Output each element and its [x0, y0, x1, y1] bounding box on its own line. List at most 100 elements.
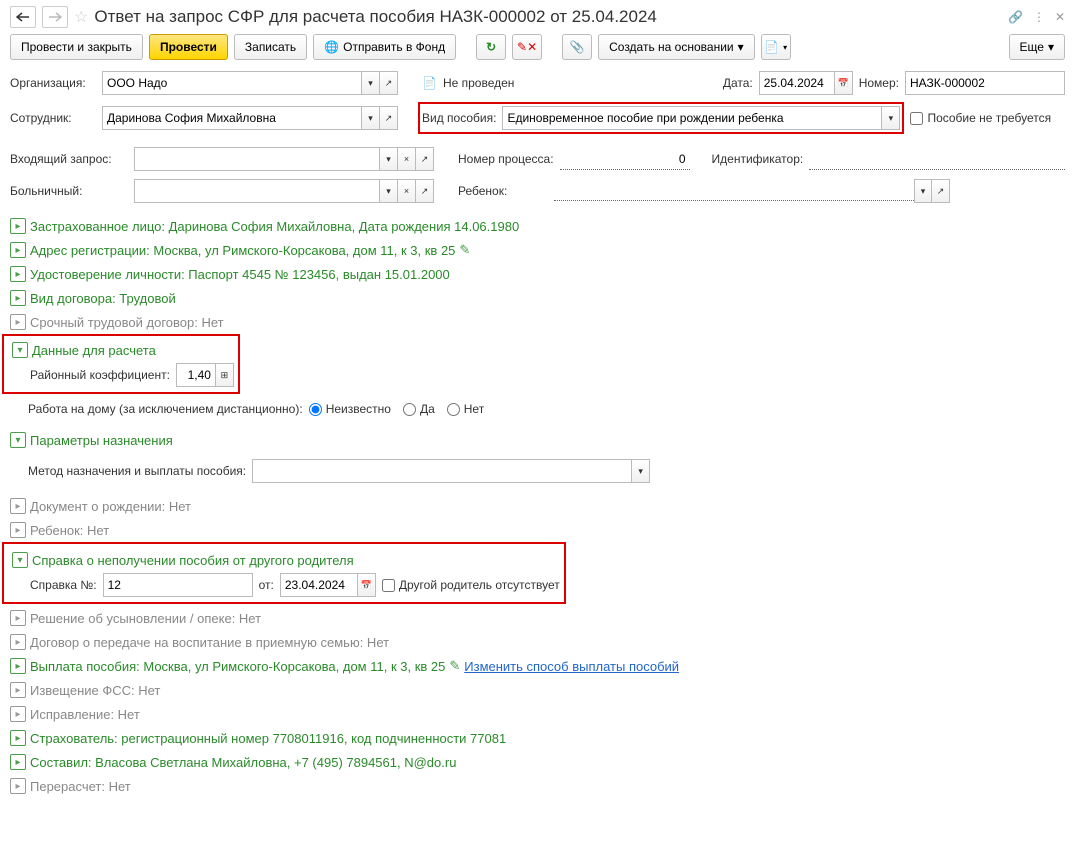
cert-date-input[interactable] — [280, 573, 358, 597]
child-input[interactable] — [554, 179, 914, 201]
benefit-type-label: Вид пособия: — [422, 111, 496, 125]
rk-input[interactable] — [176, 363, 216, 387]
number-label: Номер: — [859, 76, 899, 90]
radio-unknown[interactable]: Неизвестно — [309, 402, 391, 416]
open-button[interactable]: ↗ — [380, 106, 398, 130]
more-button[interactable]: Еще ▾ — [1009, 34, 1065, 60]
open-button[interactable]: ↗ — [416, 179, 434, 203]
expand-icon[interactable] — [10, 242, 26, 258]
insured-line: Застрахованное лицо: Даринова София Миха… — [30, 219, 519, 234]
radio-yes[interactable]: Да — [403, 402, 435, 416]
dropdown-button[interactable]: ▾ — [362, 71, 380, 95]
no-benefit-checkbox[interactable]: Пособие не требуется — [910, 111, 1051, 125]
dropdown-button[interactable]: ▾ — [882, 106, 900, 130]
dropdown-button[interactable]: ▾ — [632, 459, 650, 483]
incoming-req-input[interactable] — [134, 147, 380, 171]
expand-icon[interactable] — [10, 634, 26, 650]
child-none-line: Ребенок: Нет — [30, 523, 109, 538]
assign-method-label: Метод назначения и выплаты пособия: — [28, 464, 246, 478]
calendar-button[interactable]: 📅 — [835, 71, 853, 95]
cert-from-label: от: — [259, 578, 274, 592]
number-input[interactable] — [905, 71, 1065, 95]
expand-icon[interactable] — [10, 754, 26, 770]
calc-button[interactable]: ⊞ — [216, 363, 234, 387]
report-button[interactable]: 📄▾ — [761, 34, 791, 60]
expand-icon[interactable] — [10, 706, 26, 722]
collapse-icon[interactable] — [12, 552, 28, 568]
close-icon[interactable]: ✕ — [1055, 10, 1065, 24]
expand-icon[interactable] — [10, 522, 26, 538]
calendar-button[interactable]: 📅 — [358, 573, 376, 597]
pencil-icon[interactable]: ✎ — [449, 658, 460, 674]
process-num-input[interactable] — [560, 148, 690, 170]
send-fund-button[interactable]: 🌐 Отправить в Фонд — [313, 34, 456, 60]
dropdown-button[interactable]: ▾ — [362, 106, 380, 130]
doc-icon: 📄 — [764, 40, 779, 54]
expand-icon[interactable] — [10, 682, 26, 698]
calc-data-highlight: Данные для расчета Районный коэффициент:… — [2, 334, 240, 394]
assign-method-input[interactable] — [252, 459, 632, 483]
rk-label: Районный коэффициент: — [30, 368, 170, 382]
collapse-icon[interactable] — [10, 432, 26, 448]
benefit-type-highlight: Вид пособия: ▾ — [418, 102, 904, 134]
fss-line: Извещение ФСС: Нет — [30, 683, 160, 698]
link-icon[interactable]: 🔗 — [1008, 10, 1023, 24]
process-num-label: Номер процесса: — [458, 152, 554, 166]
forward-button[interactable] — [42, 6, 68, 28]
create-based-button[interactable]: Создать на основании ▾ — [598, 34, 755, 60]
open-button[interactable]: ↗ — [380, 71, 398, 95]
arrow-left-icon — [16, 12, 30, 22]
not-posted-label: Не проведен — [443, 76, 514, 90]
composed-line: Составил: Власова Светлана Михайловна, +… — [30, 755, 456, 770]
star-icon[interactable]: ☆ — [74, 7, 88, 27]
expand-icon[interactable] — [10, 290, 26, 306]
attach-button[interactable]: 📎 — [562, 34, 592, 60]
dropdown-button[interactable]: ▾ — [380, 147, 398, 171]
open-button[interactable]: ↗ — [416, 147, 434, 171]
cert-num-input[interactable] — [103, 573, 253, 597]
expand-icon[interactable] — [10, 730, 26, 746]
employee-input[interactable] — [102, 106, 362, 130]
cancel-edit-button[interactable]: ✎✕ — [512, 34, 542, 60]
open-button[interactable]: ↗ — [932, 179, 950, 203]
other-parent-checkbox[interactable]: Другой родитель отсутствует — [382, 578, 560, 592]
identifier-input[interactable] — [809, 148, 1065, 170]
page-title: Ответ на запрос СФР для расчета пособия … — [94, 7, 1002, 27]
back-button[interactable] — [10, 6, 36, 28]
workhome-label: Работа на дому (за исключением дистанцио… — [28, 402, 303, 416]
post-button[interactable]: Провести — [149, 34, 228, 60]
dropdown-button[interactable]: ▾ — [380, 179, 398, 203]
payment-change-link[interactable]: Изменить способ выплаты пособий — [464, 659, 679, 674]
clear-button[interactable]: × — [398, 179, 416, 203]
date-input[interactable] — [759, 71, 835, 95]
kebab-icon[interactable]: ⋮ — [1033, 10, 1045, 24]
benefit-type-input[interactable] — [502, 106, 882, 130]
expand-icon[interactable] — [10, 314, 26, 330]
radio-no[interactable]: Нет — [447, 402, 484, 416]
expand-icon[interactable] — [10, 778, 26, 794]
expand-icon[interactable] — [10, 266, 26, 282]
arrow-right-icon — [48, 12, 62, 22]
employee-label: Сотрудник: — [10, 111, 96, 125]
contract-line: Вид договора: Трудовой — [30, 291, 176, 306]
date-label: Дата: — [723, 76, 753, 90]
identity-line: Удостоверение личности: Паспорт 4545 № 1… — [30, 267, 450, 282]
org-input[interactable] — [102, 71, 362, 95]
sickleave-input[interactable] — [134, 179, 380, 203]
pencil-icon[interactable]: ✎ — [459, 242, 470, 258]
record-button[interactable]: Записать — [234, 34, 307, 60]
refresh-button[interactable]: ↻ — [476, 34, 506, 60]
chevron-down-icon: ▾ — [783, 43, 787, 52]
collapse-icon[interactable] — [12, 342, 28, 358]
adoption-line: Решение об усыновлении / опеке: Нет — [30, 611, 261, 626]
payment-line: Выплата пособия: Москва, ул Римского-Кор… — [30, 659, 445, 674]
post-close-button[interactable]: Провести и закрыть — [10, 34, 143, 60]
expand-icon[interactable] — [10, 218, 26, 234]
expand-icon[interactable] — [10, 658, 26, 674]
clear-button[interactable]: × — [398, 147, 416, 171]
birth-doc-line: Документ о рождении: Нет — [30, 499, 191, 514]
dropdown-button[interactable]: ▾ — [914, 179, 932, 203]
expand-icon[interactable] — [10, 610, 26, 626]
cert-section-highlight: Справка о неполучении пособия от другого… — [2, 542, 566, 604]
expand-icon[interactable] — [10, 498, 26, 514]
